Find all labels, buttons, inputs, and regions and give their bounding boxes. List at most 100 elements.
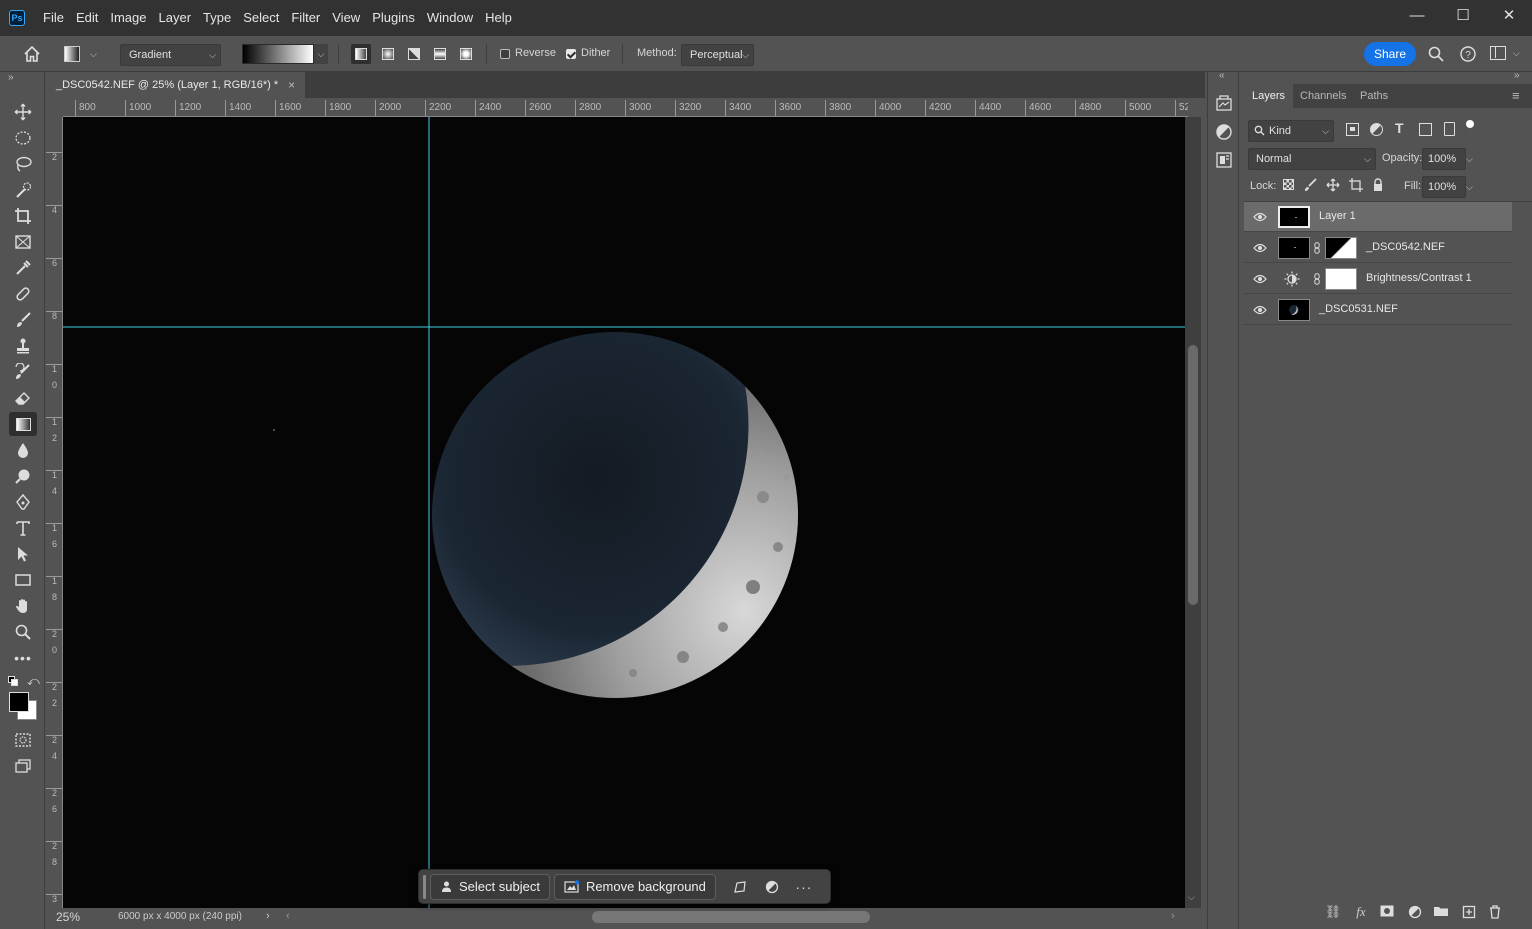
layer-row-layer-1[interactable]: Layer 1: [1244, 202, 1512, 232]
brightness-contrast-icon[interactable]: [1284, 271, 1300, 287]
gradient-preset-dropdown[interactable]: Gradient ⌵: [120, 44, 221, 66]
menu-layer[interactable]: Layer: [153, 0, 198, 36]
more-tools-icon[interactable]: •••: [9, 646, 37, 670]
layer-thumbnail[interactable]: [1278, 206, 1310, 228]
scroll-down-icon[interactable]: ⌵: [1188, 892, 1195, 903]
search-icon[interactable]: [1427, 45, 1445, 63]
lock-position-icon[interactable]: [1326, 178, 1340, 192]
expand-panel-icon[interactable]: »: [1514, 70, 1520, 81]
layer-row-brightness-contrast[interactable]: Brightness/Contrast 1: [1244, 264, 1512, 294]
new-layer-icon[interactable]: [1460, 905, 1478, 919]
rectangle-tool-icon[interactable]: [9, 568, 37, 592]
transform-icon[interactable]: [724, 874, 756, 900]
lock-image-icon[interactable]: [1304, 178, 1318, 192]
eraser-tool-icon[interactable]: [9, 386, 37, 410]
tab-layers[interactable]: Layers: [1244, 84, 1294, 108]
menu-select[interactable]: Select: [237, 0, 285, 36]
layer-mask-thumbnail[interactable]: [1325, 268, 1357, 290]
collapse-panels-icon[interactable]: «: [1219, 70, 1225, 81]
hand-tool-icon[interactable]: [9, 594, 37, 618]
dodge-tool-icon[interactable]: [9, 464, 37, 488]
blend-mode-dropdown[interactable]: Normal ⌵: [1248, 148, 1376, 170]
home-icon[interactable]: [22, 44, 42, 64]
crop-tool-icon[interactable]: [9, 204, 37, 228]
layer-filter-dropdown[interactable]: Kind ⌵: [1248, 120, 1334, 142]
delete-layer-icon[interactable]: [1486, 905, 1504, 919]
close-window-button[interactable]: ✕: [1486, 0, 1532, 30]
mask-link-icon[interactable]: [1314, 273, 1320, 285]
reverse-checkbox[interactable]: [500, 49, 510, 59]
method-dropdown[interactable]: Perceptual ⌵: [681, 44, 754, 66]
tab-paths[interactable]: Paths: [1360, 84, 1388, 108]
zoom-tool-icon[interactable]: [9, 620, 37, 644]
remove-background-button[interactable]: Remove background: [553, 873, 716, 900]
layer-name[interactable]: Brightness/Contrast 1: [1366, 272, 1472, 284]
screen-mode-icon[interactable]: [9, 754, 37, 778]
layer-mask-thumbnail[interactable]: [1325, 237, 1357, 259]
quick-selection-icon[interactable]: [9, 178, 37, 202]
menu-type[interactable]: Type: [197, 0, 237, 36]
mask-link-icon[interactable]: [1314, 242, 1320, 254]
share-button[interactable]: Share: [1364, 42, 1416, 66]
vertical-scroll-thumb[interactable]: [1188, 345, 1198, 605]
workspace-icon[interactable]: [1490, 46, 1506, 60]
vertical-ruler[interactable]: 2 4 6 8 1 0 1 2 1 4 1 6 1 8 2 0 2 2 2 4 2 6 2 8 3: [46, 117, 63, 908]
menu-edit[interactable]: Edit: [70, 0, 104, 36]
diamond-gradient-icon[interactable]: [456, 44, 476, 64]
gradient-swatch[interactable]: [242, 44, 314, 64]
filter-adjustment-icon[interactable]: [1370, 123, 1383, 136]
zoom-level[interactable]: 25%: [56, 910, 80, 924]
type-tool-icon[interactable]: [9, 516, 37, 540]
document-info[interactable]: 6000 px x 4000 px (240 ppi): [118, 911, 242, 922]
filter-smart-object-icon[interactable]: [1444, 122, 1455, 136]
horizontal-ruler[interactable]: 800 1000 1200 1400 1600 1800 2000 2200 2400 2600 2…: [63, 100, 1188, 117]
layer-name[interactable]: _DSC0542.NEF: [1366, 241, 1445, 253]
blur-tool-icon[interactable]: [9, 438, 37, 462]
menu-filter[interactable]: Filter: [285, 0, 326, 36]
elliptical-marquee-icon[interactable]: [9, 126, 37, 150]
linear-gradient-icon[interactable]: [351, 44, 371, 64]
angle-gradient-icon[interactable]: [404, 44, 424, 64]
adjustments-icon[interactable]: [1215, 123, 1233, 141]
menu-help[interactable]: Help: [479, 0, 518, 36]
opacity-input[interactable]: 100%: [1422, 148, 1466, 170]
menu-image[interactable]: Image: [104, 0, 152, 36]
close-tab-icon[interactable]: ×: [288, 72, 295, 98]
panel-menu-icon[interactable]: ≡: [1512, 84, 1520, 108]
photoshop-logo-icon[interactable]: Ps: [9, 10, 25, 26]
filter-toggle-icon[interactable]: [1466, 120, 1474, 128]
maximize-button[interactable]: ☐: [1440, 0, 1486, 30]
frame-tool-icon[interactable]: [9, 230, 37, 254]
adjustment-icon[interactable]: [756, 874, 788, 900]
layer-name[interactable]: _DSC0531.NEF: [1319, 303, 1398, 315]
lock-artboard-icon[interactable]: [1349, 178, 1363, 192]
eyedropper-icon[interactable]: [9, 256, 37, 280]
gradient-swatch-chevron-icon[interactable]: ⌵: [314, 44, 328, 64]
status-expand-icon[interactable]: ›: [266, 910, 270, 922]
history-brush-icon[interactable]: [9, 360, 37, 384]
new-adjustment-layer-icon[interactable]: [1406, 905, 1424, 919]
document-tab[interactable]: _DSC0542.NEF @ 25% (Layer 1, RGB/16*) * …: [46, 72, 306, 98]
filter-type-icon[interactable]: T: [1395, 120, 1404, 136]
select-subject-button[interactable]: Select subject: [430, 873, 550, 900]
more-options-icon[interactable]: ···: [788, 874, 820, 900]
layer-row-dsc0542[interactable]: _DSC0542.NEF: [1244, 233, 1512, 263]
workspace-chevron-icon[interactable]: ⌵: [1513, 48, 1520, 59]
menu-file[interactable]: File: [37, 0, 70, 36]
layer-thumbnail[interactable]: [1278, 299, 1310, 321]
horizontal-scroll-thumb[interactable]: [592, 911, 870, 923]
tab-channels[interactable]: Channels: [1300, 84, 1346, 108]
lock-all-icon[interactable]: [1371, 178, 1385, 192]
opacity-chevron-icon[interactable]: ⌵: [1466, 148, 1476, 170]
tool-preset-icon[interactable]: [64, 46, 80, 62]
dither-checkbox[interactable]: [566, 49, 576, 59]
menu-plugins[interactable]: Plugins: [366, 0, 421, 36]
visibility-eye-icon[interactable]: [1253, 273, 1267, 285]
filter-pixel-icon[interactable]: [1346, 123, 1359, 136]
document-canvas[interactable]: [63, 117, 1185, 908]
quick-mask-icon[interactable]: [9, 728, 37, 752]
move-tool-icon[interactable]: [9, 100, 37, 124]
layer-thumbnail[interactable]: [1278, 237, 1310, 259]
visibility-eye-icon[interactable]: [1253, 211, 1267, 223]
vertical-scrollbar[interactable]: ⌵: [1185, 117, 1201, 908]
